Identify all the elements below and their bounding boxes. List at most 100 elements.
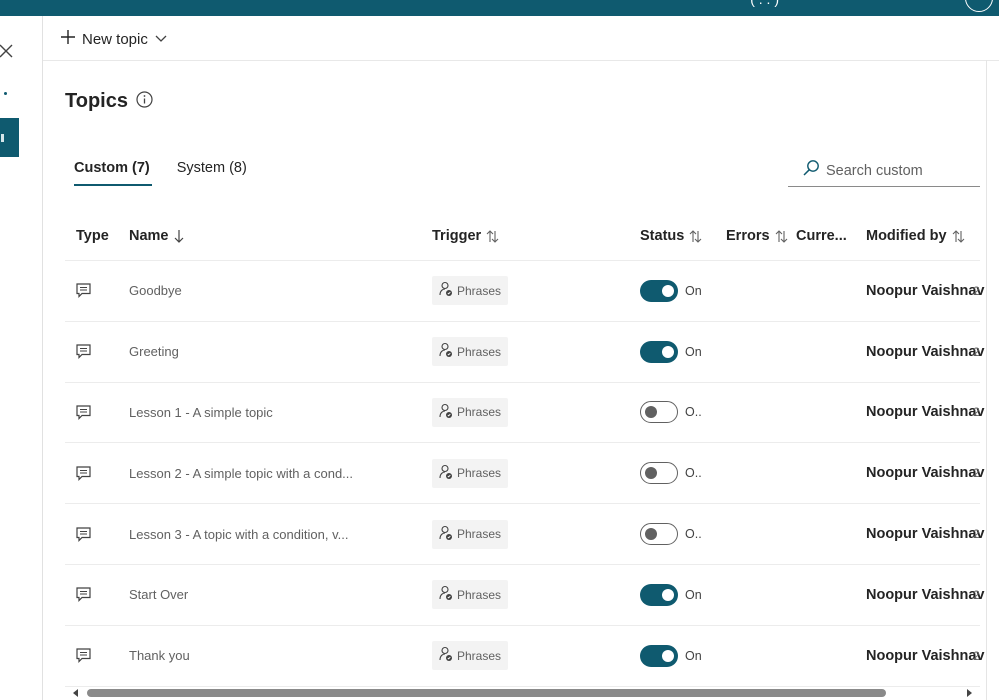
topic-name-cell[interactable]: Lesson 2 - A simple topic with a cond... <box>129 443 353 503</box>
status-toggle[interactable] <box>640 523 678 546</box>
trigger-chip[interactable]: Phrases <box>432 397 509 427</box>
trigger-cell: Phrases <box>432 443 509 503</box>
table-row[interactable]: Lesson 3 - A topic with a condition, v..… <box>65 504 984 565</box>
topic-name-cell[interactable]: Lesson 3 - A topic with a condition, v..… <box>129 504 348 564</box>
horizontal-scrollbar[interactable] <box>66 686 980 700</box>
topic-name-link[interactable]: Lesson 2 - A simple topic with a cond... <box>129 466 353 481</box>
topics-table: Type Name Trigger Status Errors Curre... <box>65 212 984 687</box>
topic-name-link[interactable]: Start Over <box>129 587 188 602</box>
modified-by-name: Noopur Vaishnav <box>866 282 985 299</box>
modified-by-name: Noopur Vaishnav <box>866 465 985 482</box>
trigger-chip[interactable]: Phrases <box>432 337 509 367</box>
table-row[interactable]: Start Over Phrases On Noopur Vaishnav 2 <box>65 565 984 626</box>
column-header-status[interactable]: Status <box>640 212 702 260</box>
column-header-trigger-label: Trigger <box>432 228 482 244</box>
left-rail <box>0 16 43 700</box>
status-cell: On <box>640 626 702 686</box>
plus-icon <box>60 29 76 49</box>
status-toggle[interactable] <box>640 279 678 302</box>
status-label: On <box>685 283 702 298</box>
status-toggle[interactable] <box>640 462 678 485</box>
scroll-left-arrow-icon[interactable] <box>73 689 78 697</box>
trigger-label: Phrases <box>457 405 502 420</box>
status-cell: On <box>640 261 702 321</box>
trigger-chip[interactable]: Phrases <box>432 276 509 306</box>
topic-name-link[interactable]: Greeting <box>129 344 179 359</box>
modified-by-cell: Noopur Vaishnav <box>866 565 984 625</box>
modified-by-name: Noopur Vaishnav <box>866 343 985 360</box>
status-toggle[interactable] <box>640 583 678 606</box>
tab-custom[interactable]: Custom (7) <box>74 160 152 186</box>
new-topic-button[interactable]: New topic <box>60 27 168 51</box>
chat-bubble-icon <box>75 261 92 321</box>
table-row[interactable]: Thank you Phrases On Noopur Vaishnav 2 <box>65 626 984 687</box>
topic-name-cell[interactable]: Lesson 1 - A simple topic <box>129 383 273 443</box>
chat-bubble-icon <box>75 504 92 564</box>
topic-name-link[interactable]: Goodbye <box>129 283 182 298</box>
chat-bubble-icon <box>75 443 92 503</box>
trigger-label: Phrases <box>457 587 502 602</box>
status-label: O.. <box>685 405 702 420</box>
column-header-errors[interactable]: Errors <box>726 212 788 260</box>
chevron-down-icon[interactable] <box>154 31 168 48</box>
tab-system[interactable]: System (8) <box>177 160 247 186</box>
trigger-cell: Phrases <box>432 504 509 564</box>
vertical-scroll-track[interactable] <box>986 60 987 700</box>
trigger-cell: Phrases <box>432 322 509 382</box>
status-cell: On <box>640 322 702 382</box>
topic-name-cell[interactable]: Greeting <box>129 322 179 382</box>
table-row[interactable]: Goodbye Phrases On Noopur Vaishnav 2 <box>65 261 984 322</box>
info-icon[interactable] <box>136 90 153 113</box>
status-toggle[interactable] <box>640 644 678 667</box>
column-header-trigger[interactable]: Trigger <box>432 212 499 260</box>
modified-by-cell: Noopur Vaishnav <box>866 443 984 503</box>
topic-name-cell[interactable]: Thank you <box>129 626 190 686</box>
close-icon[interactable] <box>0 41 16 63</box>
table-row[interactable]: Lesson 2 - A simple topic with a cond...… <box>65 443 984 505</box>
scroll-right-arrow-icon[interactable] <box>967 689 972 697</box>
topic-name-link[interactable]: Thank you <box>129 648 190 663</box>
table-row[interactable]: Lesson 1 - A simple topic Phrases O.. No… <box>65 383 984 444</box>
topic-name-cell[interactable]: Start Over <box>129 565 188 625</box>
status-cell: On <box>640 565 702 625</box>
phrases-trigger-icon <box>439 646 453 665</box>
trigger-chip[interactable]: Phrases <box>432 641 509 671</box>
truncated-modified-date: 2 <box>973 405 980 420</box>
nav-active-item[interactable] <box>0 118 19 157</box>
top-brand-bar: ( . . ) <box>0 0 999 16</box>
trigger-chip[interactable]: Phrases <box>432 519 509 549</box>
column-header-current[interactable]: Curre... <box>796 212 847 260</box>
sort-icon <box>689 229 702 244</box>
trigger-chip[interactable]: Phrases <box>432 580 509 610</box>
column-header-modified-by[interactable]: Modified by <box>866 212 965 260</box>
trigger-cell: Phrases <box>432 626 509 686</box>
phrases-trigger-icon <box>439 403 453 422</box>
truncated-modified-date: 2 <box>973 283 980 298</box>
column-header-name-label: Name <box>129 228 169 244</box>
truncated-modified-date: 2 <box>973 466 980 481</box>
page-title: Topics <box>65 90 128 112</box>
status-toggle[interactable] <box>640 401 678 424</box>
account-avatar[interactable] <box>965 0 993 12</box>
topic-name-link[interactable]: Lesson 1 - A simple topic <box>129 405 273 420</box>
trigger-cell: Phrases <box>432 261 509 321</box>
status-label: On <box>685 587 702 602</box>
column-header-status-label: Status <box>640 228 685 244</box>
trigger-chip[interactable]: Phrases <box>432 458 509 488</box>
nav-dot-indicator <box>4 92 7 95</box>
status-cell: O.. <box>640 383 702 443</box>
column-header-type[interactable]: Type <box>76 212 109 260</box>
column-header-name[interactable]: Name <box>129 212 184 260</box>
trigger-label: Phrases <box>457 527 502 542</box>
search-input[interactable] <box>826 162 976 179</box>
status-toggle[interactable] <box>640 340 678 363</box>
topic-tabs: Custom (7) System (8) <box>74 160 247 186</box>
topic-name-link[interactable]: Lesson 3 - A topic with a condition, v..… <box>129 527 348 542</box>
horizontal-scroll-thumb[interactable] <box>87 689 886 697</box>
table-row[interactable]: Greeting Phrases On Noopur Vaishnav 2 <box>65 322 984 383</box>
phrases-trigger-icon <box>439 281 453 300</box>
chat-bubble-icon <box>75 322 92 382</box>
topic-name-cell[interactable]: Goodbye <box>129 261 182 321</box>
search-box <box>788 155 980 187</box>
truncated-modified-date: 2 <box>973 527 980 542</box>
